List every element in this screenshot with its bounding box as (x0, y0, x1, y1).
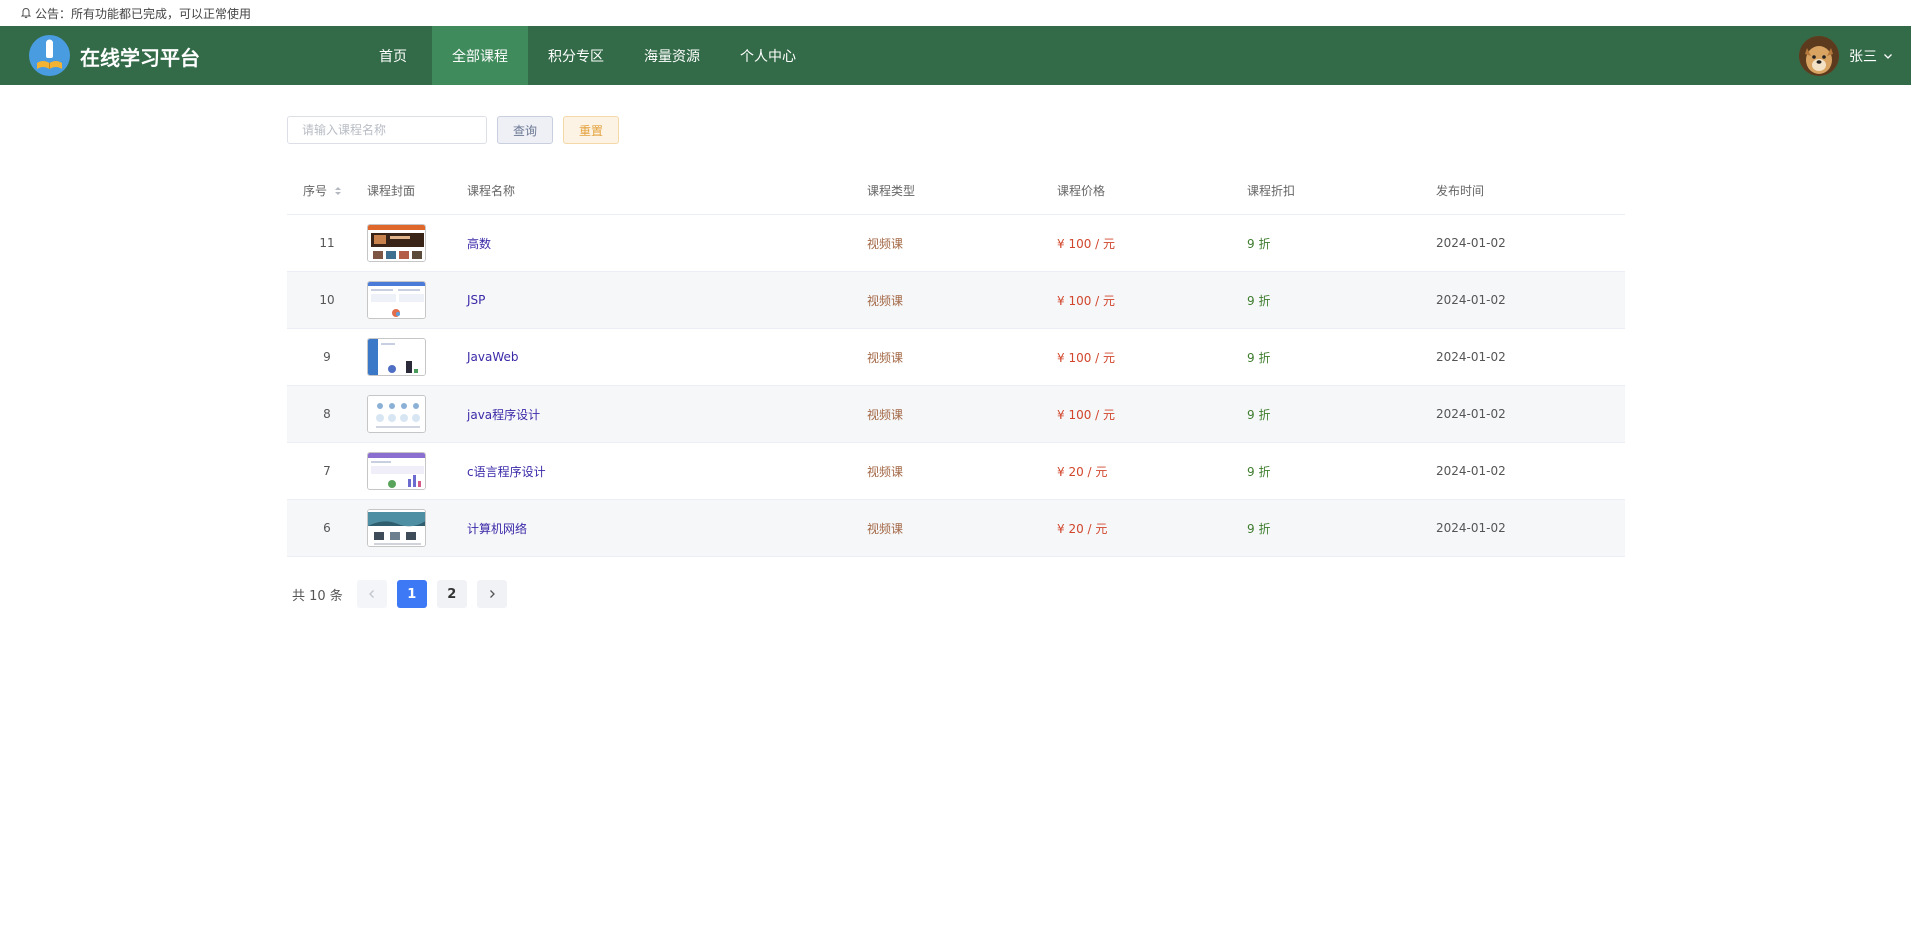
total-count: 共 10 条 (292, 588, 343, 604)
user-name[interactable]: 张三 (1849, 46, 1877, 66)
course-name-link[interactable]: JSP (467, 293, 867, 307)
row-index: 11 (319, 236, 335, 250)
publish-date: 2024-01-02 (1436, 464, 1506, 478)
nav-points-zone[interactable]: 积分专区 (528, 26, 624, 85)
course-name-link[interactable]: c语言程序设计 (467, 463, 867, 480)
chevron-right-icon (489, 590, 495, 598)
course-discount: 9 折 (1247, 293, 1271, 308)
prev-page-button[interactable] (356, 580, 387, 608)
row-index: 6 (323, 521, 331, 535)
table-header: 序号 课程封面 课程名称 课程类型 课程价格 课程折扣 发布时间 (287, 167, 1625, 215)
nav-resources[interactable]: 海量资源 (624, 26, 720, 85)
col-cover-header: 课程封面 (367, 184, 416, 198)
course-type: 视频课 (867, 350, 904, 365)
chevron-down-icon[interactable] (1883, 51, 1893, 61)
table-row[interactable]: 7 c语言程序设计 视频课 ¥ 20 / 元 9 折 2024-01-02 (287, 443, 1625, 500)
sort-icon[interactable] (333, 185, 343, 197)
row-index: 7 (323, 464, 331, 478)
course-cover-image[interactable] (367, 509, 426, 547)
course-cover-image[interactable] (367, 338, 426, 376)
publish-date: 2024-01-02 (1436, 407, 1506, 421)
course-name-link[interactable]: 计算机网络 (467, 520, 867, 537)
course-type: 视频课 (867, 464, 904, 479)
course-type: 视频课 (867, 521, 904, 536)
course-price: ¥ 100 / 元 (1057, 236, 1116, 251)
user-menu[interactable]: 张三 (1799, 36, 1893, 76)
row-index: 10 (319, 293, 335, 307)
col-index-header[interactable]: 序号 (287, 182, 367, 199)
main-nav: 首页 全部课程 积分专区 海量资源 个人中心 (354, 26, 816, 85)
col-date-header: 发布时间 (1436, 184, 1485, 198)
page-button[interactable]: 1 (396, 580, 427, 608)
logo-icon[interactable] (29, 35, 70, 76)
table-row[interactable]: 10 JSP 视频课 ¥ 100 / 元 9 折 2024-01-02 (287, 272, 1625, 329)
course-price: ¥ 100 / 元 (1057, 407, 1116, 422)
course-discount: 9 折 (1247, 464, 1271, 479)
course-price: ¥ 20 / 元 (1057, 464, 1108, 479)
course-price: ¥ 100 / 元 (1057, 293, 1116, 308)
course-cover-image[interactable] (367, 281, 426, 319)
query-button[interactable]: 查询 (497, 116, 553, 144)
course-price: ¥ 20 / 元 (1057, 521, 1108, 536)
course-name-link[interactable]: 高数 (467, 235, 867, 252)
table-row[interactable]: 8 java程序设计 视频课 ¥ 100 / 元 9 折 2024-01-02 (287, 386, 1625, 443)
nav-home[interactable]: 首页 (354, 26, 432, 85)
bell-icon (20, 7, 32, 19)
table-row[interactable]: 6 计算机网络 视频课 ¥ 20 / 元 9 折 2024-01-02 (287, 500, 1625, 557)
col-price-header: 课程价格 (1057, 184, 1106, 198)
nav-all-courses[interactable]: 全部课程 (432, 26, 528, 85)
reset-button[interactable]: 重置 (563, 116, 619, 144)
course-type: 视频课 (867, 293, 904, 308)
nav-personal-center[interactable]: 个人中心 (720, 26, 816, 85)
course-discount: 9 折 (1247, 350, 1271, 365)
course-name-link[interactable]: java程序设计 (467, 406, 867, 423)
brand-title[interactable]: 在线学习平台 (80, 42, 200, 71)
course-type: 视频课 (867, 236, 904, 251)
table-row[interactable]: 9 JavaWeb 视频课 ¥ 100 / 元 9 折 2024-01-02 (287, 329, 1625, 386)
course-discount: 9 折 (1247, 521, 1271, 536)
course-price: ¥ 100 / 元 (1057, 350, 1116, 365)
course-search-input[interactable] (287, 116, 487, 144)
publish-date: 2024-01-02 (1436, 236, 1506, 250)
row-index: 9 (323, 350, 331, 364)
course-name-link[interactable]: JavaWeb (467, 350, 867, 364)
publish-date: 2024-01-02 (1436, 350, 1506, 364)
next-page-button[interactable] (476, 580, 507, 608)
course-type: 视频课 (867, 407, 904, 422)
course-table: 序号 课程封面 课程名称 课程类型 课程价格 课程折扣 发布时间 11 高数 视… (287, 167, 1625, 557)
course-cover-image[interactable] (367, 395, 426, 433)
avatar[interactable] (1799, 36, 1839, 76)
notice-bar: 公告：所有功能都已完成，可以正常使用 (0, 0, 1911, 26)
course-cover-image[interactable] (367, 224, 426, 262)
course-discount: 9 折 (1247, 236, 1271, 251)
pagination: 共 10 条 1 2 (292, 580, 507, 608)
page-button[interactable]: 2 (436, 580, 467, 608)
col-discount-header: 课程折扣 (1247, 184, 1296, 198)
table-row[interactable]: 11 高数 视频课 ¥ 100 / 元 9 折 2024-01-02 (287, 215, 1625, 272)
col-type-header: 课程类型 (867, 184, 916, 198)
col-name-header: 课程名称 (467, 184, 516, 198)
publish-date: 2024-01-02 (1436, 521, 1506, 535)
publish-date: 2024-01-02 (1436, 293, 1506, 307)
top-navbar: 在线学习平台 首页 全部课程 积分专区 海量资源 个人中心 张三 (0, 26, 1911, 85)
course-discount: 9 折 (1247, 407, 1271, 422)
chevron-left-icon (368, 590, 374, 598)
row-index: 8 (323, 407, 331, 421)
notice-text: 公告：所有功能都已完成，可以正常使用 (35, 6, 252, 21)
course-cover-image[interactable] (367, 452, 426, 490)
